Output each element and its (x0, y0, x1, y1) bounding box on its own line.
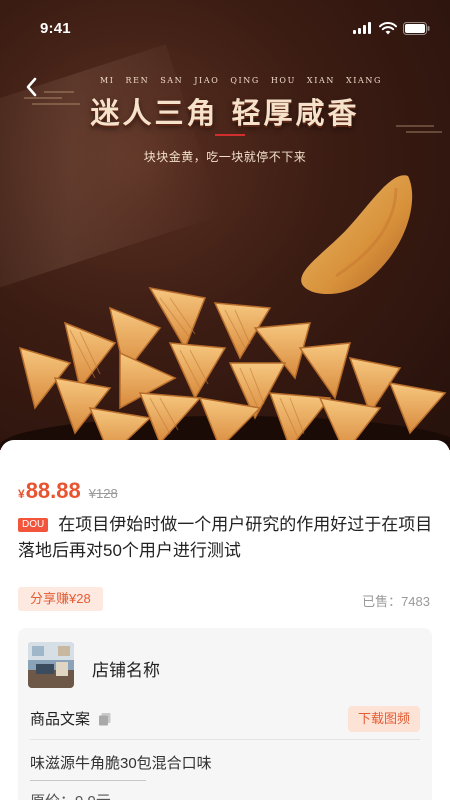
product-info: ¥ 88.88 ¥128 DOU 在项目伊始时做一个用户研究的作用好过于在项目落地… (0, 450, 450, 800)
shop-card: 店铺名称 商品文案 下载图频 味滋源牛角脆30包混合口味 原价：9.9元 (18, 628, 432, 800)
product-description: 味滋源牛角脆30包混合口味 (30, 755, 212, 772)
original-price-line: 原价：9.9元 (30, 790, 111, 800)
current-price: 88.88 (25, 478, 81, 503)
product-copy-label[interactable]: 商品文案 (30, 708, 112, 729)
price-row: ¥ 88.88 ¥128 (18, 478, 118, 504)
pinyin-syllable: XIAN (306, 76, 335, 85)
pinyin-syllable: QING (230, 76, 260, 85)
download-images-button[interactable]: 下载图频 (347, 706, 420, 732)
snack-pile-illustration (0, 286, 450, 450)
hero-headline: 迷人三角 轻厚咸香 (90, 96, 360, 130)
pinyin-syllable: SAN (160, 76, 184, 85)
original-price: ¥128 (88, 486, 118, 501)
shop-room-image (28, 642, 74, 688)
signal-icon (353, 22, 371, 34)
product-copy-text: 商品文案 (30, 711, 91, 728)
wifi-icon (379, 21, 397, 34)
short-divider (30, 780, 146, 781)
pinyin-row: MI REN SAN JIAO QING HOU XIAN XIANG (100, 76, 382, 85)
battery-icon (403, 21, 430, 35)
copy-icon[interactable] (98, 712, 112, 726)
status-time: 9:41 (40, 19, 71, 37)
hero-tagline: 块块金黄，吃一块就停不下来 (143, 150, 307, 164)
sold-count: 已售：7483 (362, 594, 430, 609)
pinyin-syllable: REN (125, 76, 150, 85)
product-hero-image: 9:41 MI REN SAN JIAO QING HOU XIAN XIANG… (0, 0, 450, 450)
status-icons (353, 21, 430, 35)
dou-badge: DOU (18, 518, 49, 532)
product-title: DOU 在项目伊始时做一个用户研究的作用好过于在项目落地后再对50个用户进行测试 (18, 512, 438, 564)
pinyin-syllable: MI (100, 76, 115, 85)
product-title-text: 在项目伊始时做一个用户研究的作用好过于在项目落地后再对50个用户进行测试 (18, 515, 433, 560)
pinyin-syllable: HOU (270, 76, 296, 85)
currency-symbol: ¥ (18, 487, 25, 501)
divider (30, 739, 420, 740)
pinyin-syllable: JIAO (194, 76, 220, 85)
headline-rule (215, 134, 245, 136)
status-bar: 9:41 (0, 0, 450, 56)
pinyin-syllable: XIANG (345, 76, 382, 85)
share-earn-button[interactable]: 分享赚¥28 (18, 587, 103, 611)
shop-name: 店铺名称 (92, 661, 160, 680)
shop-avatar[interactable] (28, 642, 74, 688)
